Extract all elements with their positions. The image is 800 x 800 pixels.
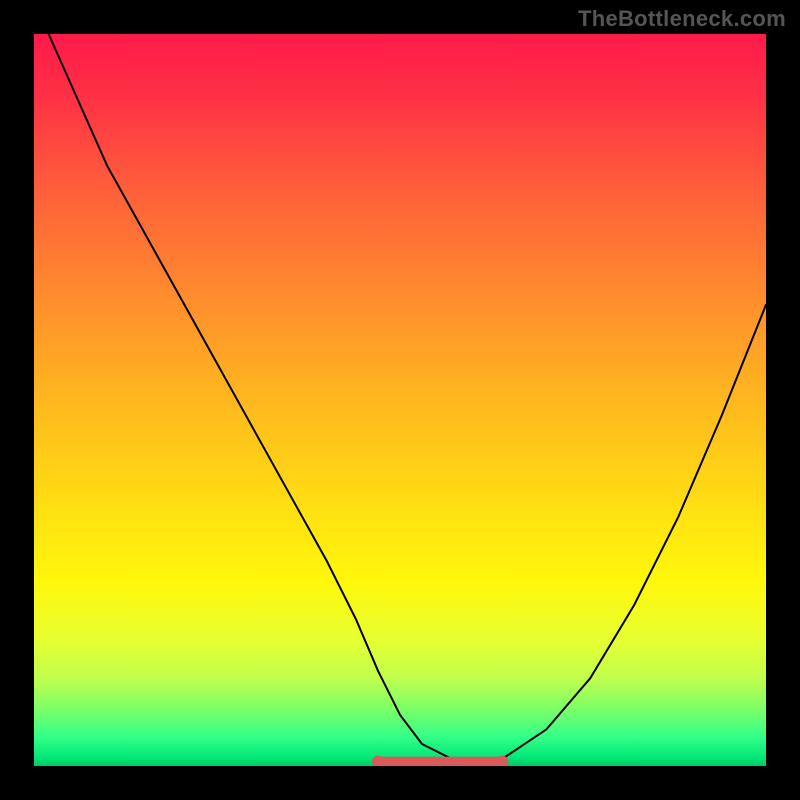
bottleneck-curve xyxy=(49,34,766,762)
chart-svg xyxy=(34,34,766,766)
watermark-text: TheBottleneck.com xyxy=(578,6,786,32)
plot-area xyxy=(34,34,766,766)
outer-frame: TheBottleneck.com xyxy=(0,0,800,800)
